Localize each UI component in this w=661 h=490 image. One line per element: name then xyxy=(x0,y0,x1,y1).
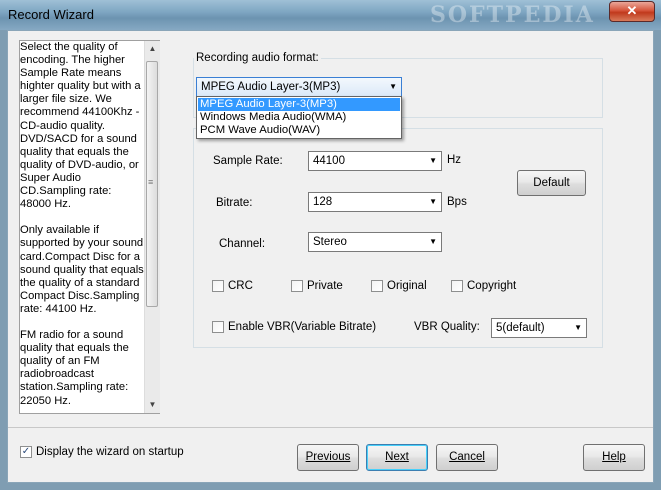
bitrate-label: Bitrate: xyxy=(216,197,253,209)
chevron-down-icon: ▼ xyxy=(389,82,397,91)
scrollbar-thumb[interactable]: ≡ xyxy=(146,61,158,307)
private-checkbox[interactable] xyxy=(291,280,303,292)
crc-label[interactable]: CRC xyxy=(228,280,253,292)
format-selected-value: MPEG Audio Layer-3(MP3) xyxy=(201,81,341,93)
channel-value: Stereo xyxy=(313,236,347,248)
window-title: Record Wizard xyxy=(8,7,94,22)
help-scrollbar[interactable]: ▲ ≡ ▼ xyxy=(144,41,160,413)
help-button-label: Help xyxy=(602,451,626,463)
help-button[interactable]: Help xyxy=(583,444,645,471)
copyright-checkbox[interactable] xyxy=(451,280,463,292)
title-bar[interactable]: Record Wizard SOFTPEDIA ✕ xyxy=(0,0,661,30)
bitrate-unit: Bps xyxy=(447,196,467,208)
format-option-wma[interactable]: Windows Media Audio(WMA) xyxy=(198,111,400,124)
cancel-button[interactable]: Cancel xyxy=(436,444,498,471)
format-option-wav[interactable]: PCM Wave Audio(WAV) xyxy=(198,124,400,137)
private-label[interactable]: Private xyxy=(307,280,343,292)
previous-button-label: Previous xyxy=(305,451,351,463)
bitrate-select[interactable]: 128 ▼ xyxy=(308,192,442,212)
format-group-label: Recording audio format: xyxy=(194,52,321,64)
copyright-label[interactable]: Copyright xyxy=(467,280,516,292)
arrow-up-icon[interactable]: ▲ xyxy=(145,41,160,57)
sample-rate-select[interactable]: 44100 ▼ xyxy=(308,151,442,171)
sample-rate-value: 44100 xyxy=(313,155,345,167)
next-button-label: Next xyxy=(385,451,409,463)
startup-label[interactable]: Display the wizard on startup xyxy=(36,446,184,458)
vbr-label[interactable]: Enable VBR(Variable Bitrate) xyxy=(228,321,376,333)
next-button[interactable]: Next xyxy=(366,444,428,471)
footer-divider xyxy=(8,427,653,428)
vbr-quality-value: 5(default) xyxy=(496,322,545,334)
channel-select[interactable]: Stereo ▼ xyxy=(308,232,442,252)
vbr-checkbox[interactable] xyxy=(212,321,224,333)
watermark-logo: SOFTPEDIA xyxy=(430,2,595,28)
grip-icon: ≡ xyxy=(148,177,154,187)
format-option-mp3[interactable]: MPEG Audio Layer-3(MP3) xyxy=(198,98,400,111)
format-dropdown-list: MPEG Audio Layer-3(MP3) Windows Media Au… xyxy=(196,96,402,139)
crc-checkbox[interactable] xyxy=(212,280,224,292)
close-icon: ✕ xyxy=(626,3,638,18)
original-checkbox[interactable] xyxy=(371,280,383,292)
vbr-quality-label: VBR Quality: xyxy=(414,321,480,333)
sample-rate-unit: Hz xyxy=(447,154,462,166)
vbr-quality-select[interactable]: 5(default) ▼ xyxy=(491,318,587,338)
sample-rate-label: Sample Rate: xyxy=(213,155,283,167)
cancel-button-label: Cancel xyxy=(449,451,485,463)
previous-button[interactable]: Previous xyxy=(297,444,359,471)
checkmark-icon: ✓ xyxy=(21,446,31,457)
chevron-down-icon: ▼ xyxy=(429,237,437,246)
chevron-down-icon: ▼ xyxy=(429,156,437,165)
channel-label: Channel: xyxy=(219,238,266,250)
default-button[interactable]: Default xyxy=(517,170,586,196)
arrow-down-icon[interactable]: ▼ xyxy=(145,397,160,413)
format-select[interactable]: MPEG Audio Layer-3(MP3) ▼ xyxy=(196,77,402,97)
original-label[interactable]: Original xyxy=(387,280,427,292)
chevron-down-icon: ▼ xyxy=(429,197,437,206)
wizard-client-area: Select the quality of encoding. The high… xyxy=(7,30,654,483)
close-button[interactable]: ✕ xyxy=(609,1,655,22)
help-text: Select the quality of encoding. The high… xyxy=(20,41,144,407)
chevron-down-icon: ▼ xyxy=(574,323,582,332)
bitrate-value: 128 xyxy=(313,196,333,208)
startup-checkbox[interactable]: ✓ xyxy=(20,446,32,458)
